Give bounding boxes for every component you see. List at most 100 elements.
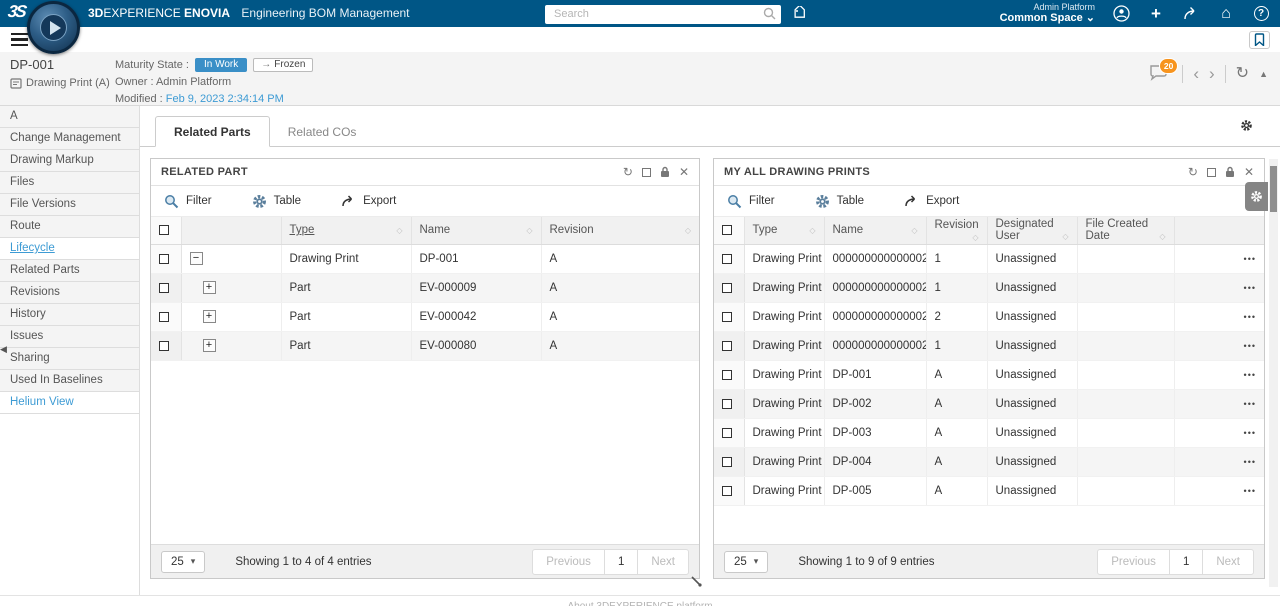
- expand-row-icon[interactable]: +: [203, 281, 216, 294]
- table-row[interactable]: Drawing PrintDP-004AUnassigned•••: [714, 447, 1264, 476]
- select-all-checkbox[interactable]: [722, 225, 732, 235]
- user-profile-icon[interactable]: [1112, 5, 1130, 23]
- page-number-button[interactable]: 1: [1169, 549, 1203, 575]
- bookmark-icon[interactable]: [1249, 31, 1270, 49]
- row-checkbox[interactable]: [722, 312, 732, 322]
- table-row[interactable]: Drawing Print00000000000000291Unassigned…: [714, 331, 1264, 360]
- sidebar-item-history[interactable]: History: [0, 304, 139, 326]
- select-all-checkbox[interactable]: [159, 225, 169, 235]
- row-checkbox[interactable]: [722, 428, 732, 438]
- row-checkbox[interactable]: [722, 457, 732, 467]
- 3ds-logo[interactable]: 3S: [7, 2, 27, 22]
- hamburger-menu-icon[interactable]: [11, 30, 28, 50]
- panel-maximize-icon[interactable]: [1207, 168, 1216, 177]
- row-checkbox[interactable]: [722, 254, 732, 264]
- sort-icon[interactable]: ◇: [1159, 232, 1165, 241]
- column-header-file_created_date[interactable]: File Created Date◇: [1077, 217, 1174, 244]
- collapse-row-icon[interactable]: −: [190, 252, 203, 265]
- panel-sync-icon[interactable]: ↻: [1188, 166, 1198, 178]
- table-settings-button[interactable]: Table: [815, 194, 865, 209]
- table-row[interactable]: Drawing Print00000000000000271Unassigned…: [714, 273, 1264, 302]
- next-page-button[interactable]: Next: [1202, 549, 1254, 575]
- sidebar-item-revisions[interactable]: Revisions: [0, 282, 139, 304]
- panel-lock-icon[interactable]: [1225, 166, 1235, 178]
- column-header-designated_user[interactable]: Designated User◇: [987, 217, 1077, 244]
- page-size-select[interactable]: 25 ▾: [161, 551, 205, 573]
- filter-button[interactable]: Filter: [727, 194, 775, 209]
- sidebar-item-issues[interactable]: Issues: [0, 326, 139, 348]
- row-checkbox[interactable]: [722, 399, 732, 409]
- table-row[interactable]: +PartEV-000080A: [151, 331, 699, 360]
- column-header-name[interactable]: Name◇: [411, 217, 541, 244]
- column-header-revision[interactable]: Revision◇: [926, 217, 987, 244]
- row-actions-icon[interactable]: •••: [1244, 399, 1256, 409]
- user-space-menu[interactable]: Admin Platform Common Space ⌄: [1000, 2, 1095, 25]
- sidebar-item-related-parts[interactable]: Related Parts: [0, 260, 139, 282]
- row-checkbox[interactable]: [722, 486, 732, 496]
- panel-resize-handle[interactable]: [689, 574, 703, 588]
- panel-sync-icon[interactable]: ↻: [623, 166, 633, 178]
- row-checkbox[interactable]: [722, 341, 732, 351]
- maturity-state-badge[interactable]: In Work: [195, 58, 247, 72]
- previous-object-icon[interactable]: ‹: [1193, 67, 1199, 81]
- sidebar-item-lifecycle[interactable]: Lifecycle: [0, 238, 139, 260]
- table-row[interactable]: Drawing PrintDP-005AUnassigned•••: [714, 476, 1264, 505]
- refresh-icon[interactable]: ↻: [1236, 67, 1249, 81]
- sidebar-item-route[interactable]: Route: [0, 216, 139, 238]
- table-row[interactable]: +PartEV-000042A: [151, 302, 699, 331]
- share-icon[interactable]: [1182, 5, 1200, 23]
- tab-related-parts[interactable]: Related Parts: [155, 116, 270, 147]
- sidebar-item-drawing-markup[interactable]: Drawing Markup: [0, 150, 139, 172]
- sort-icon[interactable]: ◇: [972, 233, 978, 242]
- vertical-scrollbar[interactable]: [1269, 159, 1278, 587]
- expand-row-icon[interactable]: +: [203, 339, 216, 352]
- table-row[interactable]: Drawing Print00000000000000231Unassigned…: [714, 244, 1264, 273]
- row-checkbox[interactable]: [159, 254, 169, 264]
- table-row[interactable]: Drawing PrintDP-003AUnassigned•••: [714, 418, 1264, 447]
- notifications-icon[interactable]: 20: [1148, 64, 1172, 84]
- table-row[interactable]: −Drawing PrintDP-001A: [151, 244, 699, 273]
- sidebar-collapse-icon[interactable]: ◀: [0, 344, 7, 355]
- scrollbar-thumb[interactable]: [1270, 166, 1277, 212]
- search-input[interactable]: [545, 5, 781, 24]
- export-button[interactable]: Export: [341, 195, 396, 208]
- promote-frozen-button[interactable]: → Frozen: [253, 58, 313, 72]
- previous-page-button[interactable]: Previous: [1097, 549, 1170, 575]
- table-row[interactable]: Drawing PrintDP-002AUnassigned•••: [714, 389, 1264, 418]
- row-actions-icon[interactable]: •••: [1244, 428, 1256, 438]
- sort-icon[interactable]: ◇: [396, 226, 402, 235]
- row-checkbox[interactable]: [159, 341, 169, 351]
- panel-maximize-icon[interactable]: [642, 168, 651, 177]
- add-icon[interactable]: +: [1147, 5, 1165, 23]
- row-actions-icon[interactable]: •••: [1244, 370, 1256, 380]
- column-header-name[interactable]: Name◇: [824, 217, 926, 244]
- sort-icon[interactable]: ◇: [911, 226, 917, 235]
- export-button[interactable]: Export: [904, 195, 959, 208]
- sort-icon[interactable]: ◇: [1062, 232, 1068, 241]
- filter-button[interactable]: Filter: [164, 194, 212, 209]
- home-icon[interactable]: ⌂: [1217, 5, 1235, 23]
- tab-related-cos[interactable]: Related COs: [270, 117, 375, 146]
- panel-close-icon[interactable]: ✕: [1244, 166, 1254, 178]
- panel-close-icon[interactable]: ✕: [679, 166, 689, 178]
- next-page-button[interactable]: Next: [637, 549, 689, 575]
- table-row[interactable]: Drawing Print00000000000000272Unassigned…: [714, 302, 1264, 331]
- page-number-button[interactable]: 1: [604, 549, 638, 575]
- row-checkbox[interactable]: [159, 283, 169, 293]
- sidebar-item-helium-view[interactable]: Helium View: [0, 392, 139, 414]
- collapse-header-icon[interactable]: ▲: [1259, 69, 1268, 79]
- row-actions-icon[interactable]: •••: [1244, 486, 1256, 496]
- page-settings-gear-icon[interactable]: [1240, 119, 1253, 137]
- table-row[interactable]: Drawing PrintDP-001AUnassigned•••: [714, 360, 1264, 389]
- sidebar-item-a[interactable]: A: [0, 106, 139, 128]
- sort-icon[interactable]: ◇: [685, 226, 691, 235]
- row-checkbox[interactable]: [722, 283, 732, 293]
- row-actions-icon[interactable]: •••: [1244, 341, 1256, 351]
- table-settings-button[interactable]: Table: [252, 194, 302, 209]
- row-actions-icon[interactable]: •••: [1244, 283, 1256, 293]
- next-object-icon[interactable]: ›: [1209, 67, 1215, 81]
- row-checkbox[interactable]: [722, 370, 732, 380]
- search-icon[interactable]: [763, 7, 776, 20]
- column-header-type[interactable]: Type◇: [744, 217, 824, 244]
- about-link[interactable]: About 3DEXPERIENCE platform: [567, 601, 712, 606]
